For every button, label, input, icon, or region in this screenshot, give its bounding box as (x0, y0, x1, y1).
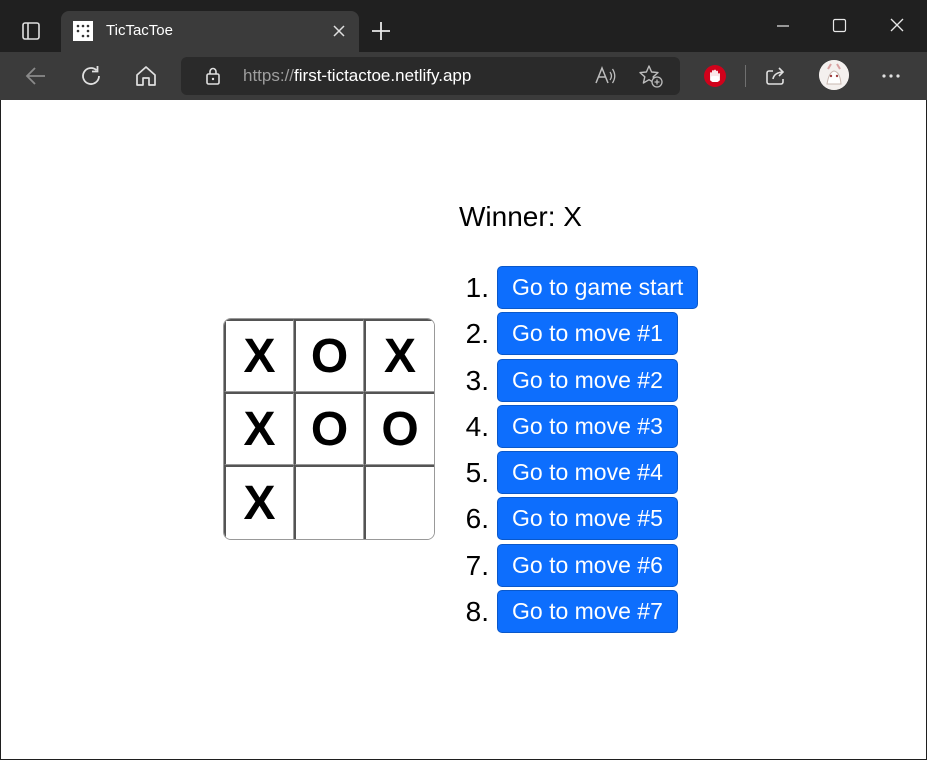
board-square-2[interactable]: O (294, 319, 364, 392)
move-list-item: 3. Go to move #2 (459, 358, 759, 405)
maximize-window-icon[interactable] (826, 14, 852, 38)
go-to-move-4-button[interactable]: Go to move #4 (497, 451, 678, 495)
go-to-move-1-button[interactable]: Go to move #1 (497, 312, 678, 356)
move-number: 6. (465, 503, 489, 535)
move-list-item: 6. Go to move #5 (459, 497, 759, 543)
read-aloud-icon[interactable] (593, 64, 619, 88)
browser-title-bar: TicTacToe (0, 0, 927, 52)
tab-actions-icon[interactable] (14, 16, 46, 46)
go-to-move-2-button[interactable]: Go to move #2 (497, 358, 678, 402)
new-tab-plus-icon[interactable] (370, 20, 392, 42)
profile-avatar[interactable] (819, 60, 849, 90)
go-to-game-start-button[interactable]: Go to game start (497, 266, 699, 309)
add-favorite-icon[interactable] (638, 63, 664, 89)
url-host: first-tictactoe.netlify.app (294, 66, 472, 85)
move-list-item: 5. Go to move #4 (459, 451, 759, 497)
board-square-9[interactable] (364, 465, 434, 539)
board-square-8[interactable] (294, 465, 364, 539)
board-square-5[interactable]: O (294, 392, 364, 465)
go-to-move-3-button[interactable]: Go to move #3 (497, 404, 678, 448)
board-square-1[interactable]: X (224, 319, 294, 392)
move-list-item: 2. Go to move #1 (459, 312, 759, 358)
board-square-6[interactable]: O (364, 392, 434, 465)
lock-icon[interactable] (201, 64, 225, 88)
refresh-icon[interactable] (78, 63, 104, 89)
browser-tab[interactable]: TicTacToe (61, 11, 359, 52)
share-icon[interactable] (763, 63, 789, 89)
tab-title: TicTacToe (106, 22, 173, 39)
board-square-4[interactable]: X (224, 392, 294, 465)
close-window-icon[interactable] (884, 14, 910, 38)
board-square-7[interactable]: X (224, 465, 294, 539)
browser-toolbar: https://first-tictactoe.netlify.app (0, 52, 927, 100)
close-tab-icon[interactable] (331, 23, 347, 39)
board-square-3[interactable]: X (364, 319, 434, 392)
url-protocol: https:// (243, 66, 295, 85)
move-list-item: 8. Go to move #7 (459, 590, 759, 636)
move-number: 4. (465, 410, 489, 442)
move-number: 5. (465, 457, 489, 489)
minimize-window-icon[interactable] (770, 14, 796, 38)
toolbar-divider (745, 65, 746, 87)
move-list-item: 7. Go to move #6 (459, 543, 759, 590)
back-arrow-icon[interactable] (23, 63, 49, 89)
move-number: 8. (465, 596, 489, 628)
move-number: 3. (465, 364, 489, 396)
tictactoe-favicon-icon (73, 21, 93, 41)
extension-stop-icon[interactable] (702, 63, 728, 89)
page-content: X O X X O O X Winner: X 1. Go to game st… (1, 100, 926, 759)
home-icon[interactable] (133, 63, 159, 89)
game-status: Winner: X (459, 201, 582, 232)
url-text[interactable]: https://first-tictactoe.netlify.app (243, 66, 471, 86)
move-number: 7. (465, 549, 489, 581)
move-number: 2. (465, 318, 489, 350)
address-bar[interactable]: https://first-tictactoe.netlify.app (181, 57, 680, 95)
go-to-move-5-button[interactable]: Go to move #5 (497, 497, 678, 541)
move-list-item: 4. Go to move #3 (459, 404, 759, 451)
go-to-move-6-button[interactable]: Go to move #6 (497, 543, 678, 587)
move-list-item: 1. Go to game start (459, 266, 759, 312)
more-options-icon[interactable] (878, 63, 904, 89)
move-number: 1. (465, 272, 489, 303)
game-board: X O X X O O X (223, 318, 435, 540)
move-history-list: 1. Go to game start 2. Go to move #1 3. … (459, 266, 759, 636)
go-to-move-7-button[interactable]: Go to move #7 (497, 590, 678, 634)
